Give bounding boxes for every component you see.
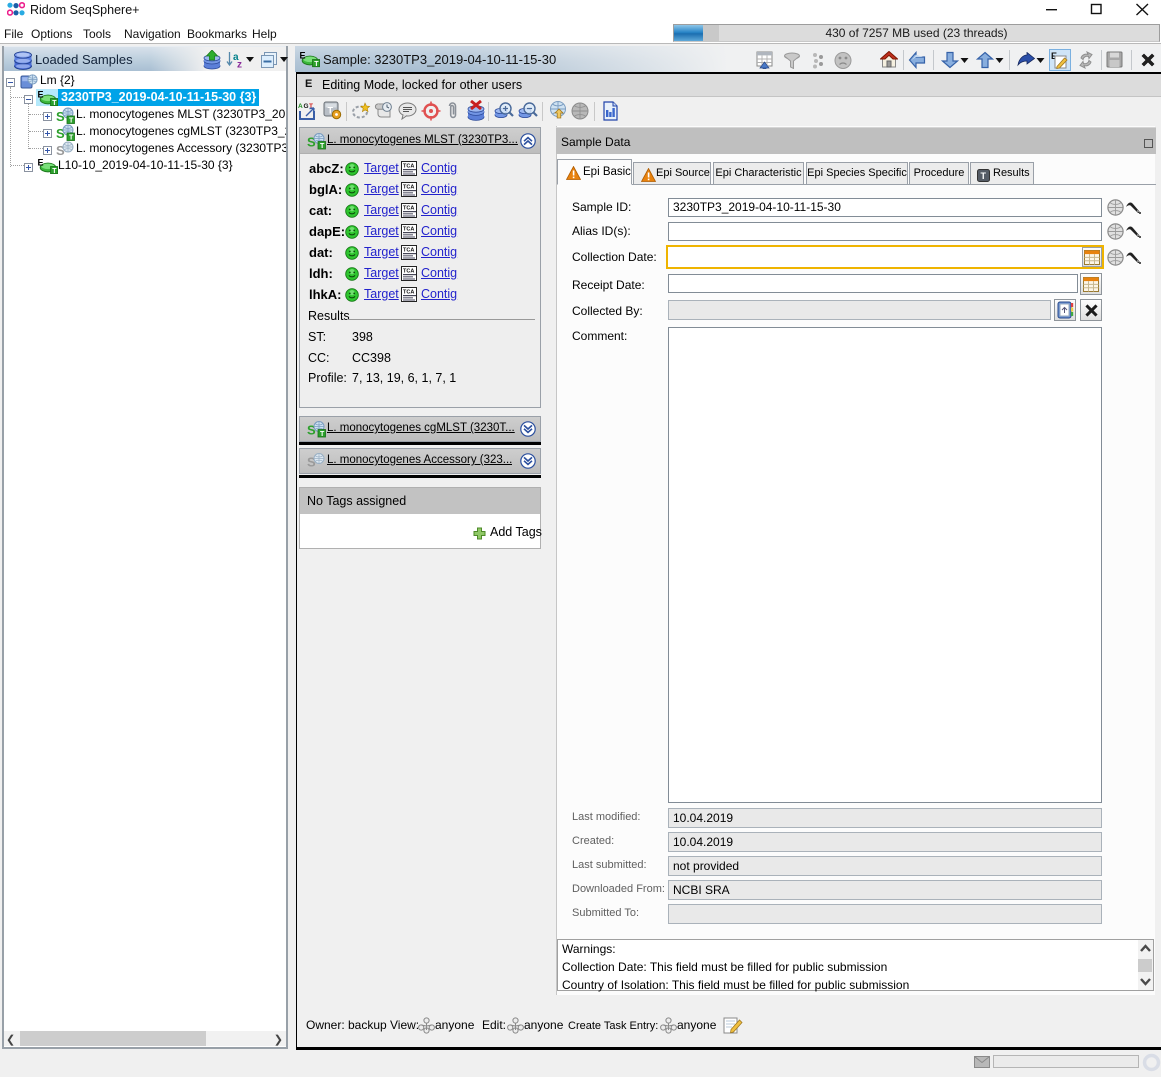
svg-text:T: T — [320, 431, 325, 438]
svg-text:TCA: TCA — [403, 290, 414, 296]
svg-text:TCA: TCA — [403, 227, 414, 233]
svg-text:T: T — [981, 171, 987, 181]
svg-text:E: E — [300, 51, 306, 61]
svg-text:z: z — [237, 60, 242, 70]
svg-text:T: T — [52, 168, 57, 174]
svg-text:TCA: TCA — [403, 185, 414, 191]
svg-text:TCA: TCA — [403, 248, 414, 254]
svg-text:E: E — [38, 158, 44, 168]
svg-text:E: E — [38, 90, 44, 100]
svg-text:A: A — [298, 103, 303, 110]
svg-text:TCA: TCA — [403, 269, 414, 275]
svg-text:T: T — [320, 143, 325, 150]
svg-text:T: T — [52, 100, 57, 106]
svg-text:TCA: TCA — [403, 164, 414, 170]
svg-text:G: G — [304, 103, 309, 110]
svg-text:T: T — [314, 61, 319, 68]
svg-text:TCA: TCA — [403, 206, 414, 212]
